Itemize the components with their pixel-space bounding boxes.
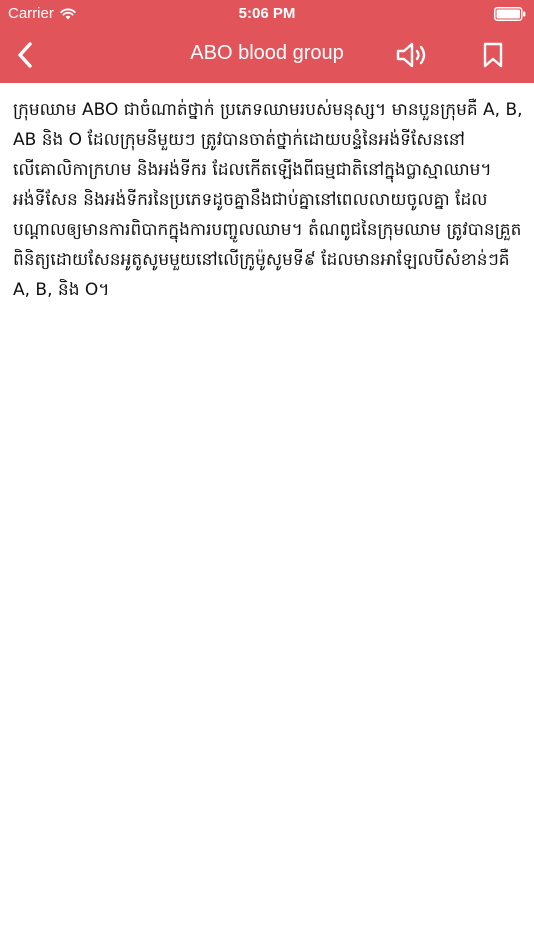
app-header: Carrier 5:06 PM ABO blood group	[0, 0, 534, 83]
navigation-bar: ABO blood group	[0, 28, 534, 83]
article-body: ក្រុមឈាម ABO ជាចំណាត់ថ្នាក់ ប្រភេទឈាមរបស…	[13, 100, 523, 300]
speaker-button[interactable]	[394, 38, 430, 72]
page-title: ABO blood group	[190, 42, 344, 64]
chevron-left-icon	[18, 42, 32, 68]
status-bar: Carrier 5:06 PM	[0, 0, 534, 28]
back-button[interactable]	[8, 38, 42, 72]
bookmark-button[interactable]	[478, 38, 508, 72]
bookmark-icon	[483, 42, 503, 68]
status-time: 5:06 PM	[238, 5, 296, 22]
battery-icon	[494, 7, 526, 21]
speaker-icon	[396, 42, 426, 68]
